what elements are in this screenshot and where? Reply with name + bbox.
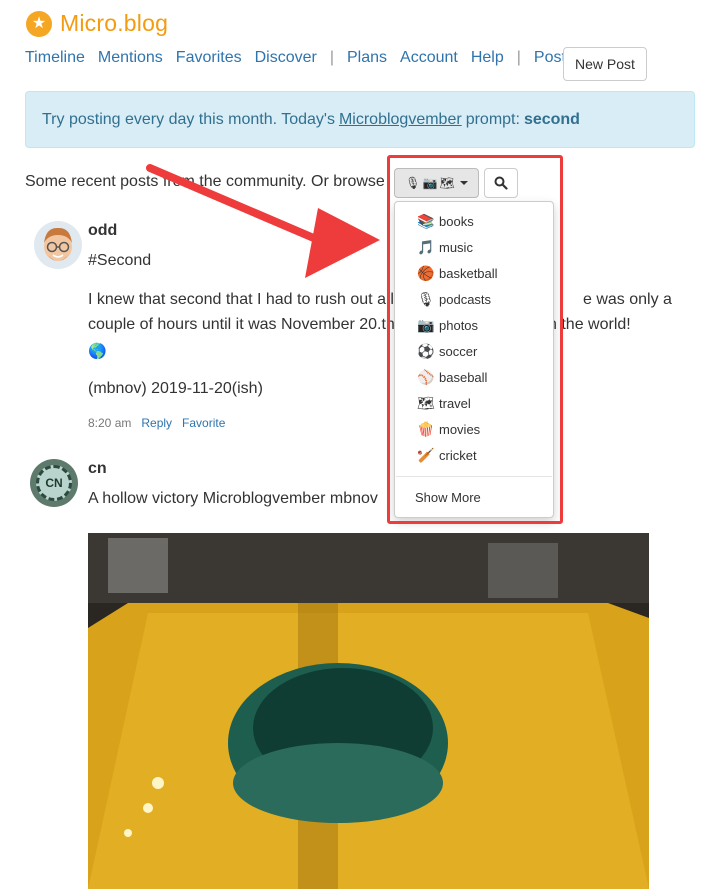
post-time[interactable]: 8:20 am xyxy=(88,416,131,430)
reply-link[interactable]: Reply xyxy=(141,416,172,430)
annotation-highlight-box xyxy=(387,155,563,524)
post-photo[interactable] xyxy=(88,533,649,889)
avatar[interactable] xyxy=(34,221,82,269)
banner-middle: prompt: xyxy=(465,110,520,128)
banner-prompt: second xyxy=(523,110,580,128)
nav-favorites[interactable]: Favorites xyxy=(176,49,242,67)
nav-timeline[interactable]: Timeline xyxy=(25,49,85,67)
nav-account[interactable]: Account xyxy=(400,49,458,67)
post-text-end: e was only a xyxy=(583,291,672,308)
post-text-line: couple of hours until it was November 20… xyxy=(88,316,395,333)
nav-plans[interactable]: Plans xyxy=(347,49,387,67)
nav-mentions[interactable]: Mentions xyxy=(98,49,163,67)
post-date-line: (mbnov) 2019-11-20(ish) xyxy=(88,380,263,397)
banner-prefix: Try posting every day this month. Today'… xyxy=(42,110,335,128)
nav-help[interactable]: Help xyxy=(471,49,504,67)
app-logo[interactable]: ★ Micro.blog xyxy=(26,10,168,37)
post-username[interactable]: odd xyxy=(88,222,117,240)
post-text-line: I knew that second that I had to rush ou… xyxy=(88,291,394,308)
avatar-badge: CN xyxy=(36,465,72,501)
favorite-link[interactable]: Favorite xyxy=(182,416,225,430)
app-name: Micro.blog xyxy=(60,10,169,36)
star-logo-icon: ★ xyxy=(26,10,52,37)
nav-separator: | xyxy=(329,49,334,66)
post-text: I knew that second that I had to rush ou… xyxy=(88,287,394,312)
annotation-arrow-icon xyxy=(146,164,380,278)
prompt-banner: Try posting every day this month. Today'… xyxy=(25,91,695,148)
post-username[interactable]: cn xyxy=(88,460,107,478)
microblogvember-link[interactable]: Microblogvember xyxy=(339,111,462,129)
cn-avatar-icon: CN xyxy=(30,459,78,507)
new-post-button[interactable]: New Post xyxy=(563,47,647,81)
nav-discover[interactable]: Discover xyxy=(255,49,317,67)
globe-icon: 🌎 xyxy=(88,343,107,360)
memoji-avatar-icon xyxy=(34,221,82,269)
nav-separator: | xyxy=(516,49,521,66)
avatar[interactable]: CN xyxy=(30,459,78,507)
post-text: A hollow victory Microblogvember mbnov xyxy=(88,490,378,507)
post-meta: 8:20 am Reply Favorite xyxy=(88,416,225,430)
main-nav: Timeline Mentions Favorites Discover | P… xyxy=(25,49,587,67)
